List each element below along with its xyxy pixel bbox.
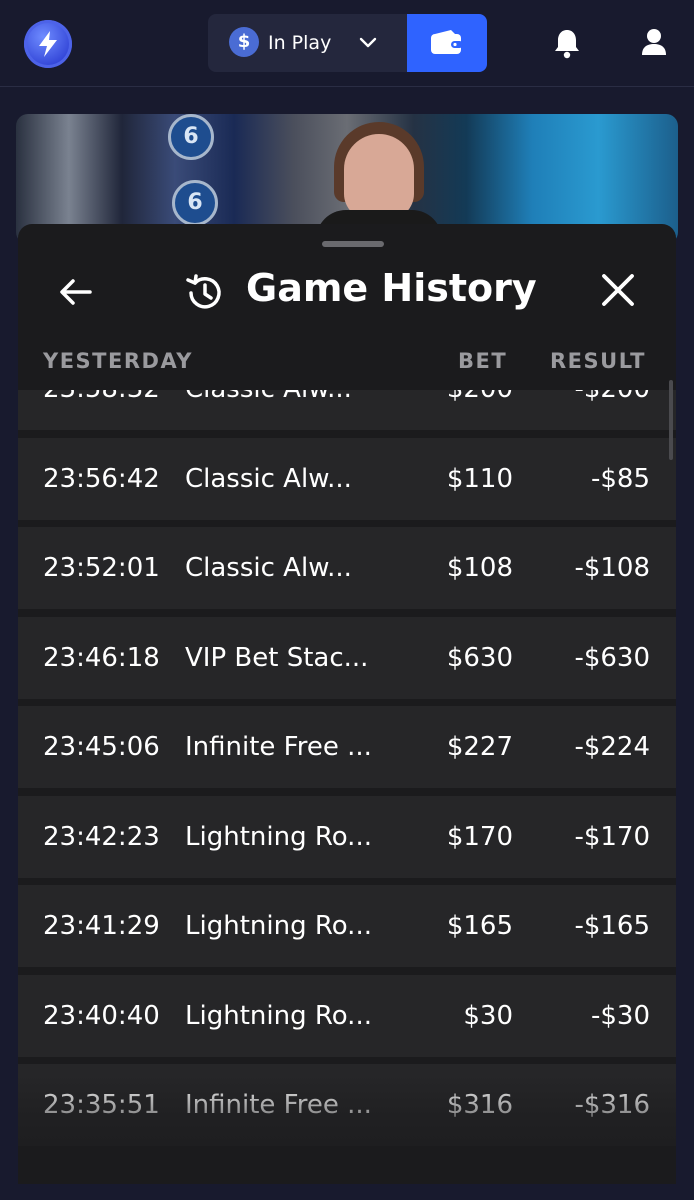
row-result: -$85: [590, 464, 650, 494]
row-time: 23:35:51: [43, 1090, 160, 1120]
column-header-group: YESTERDAY: [43, 349, 193, 373]
wallet-button[interactable]: [407, 14, 487, 72]
row-bet: $108: [446, 553, 513, 583]
row-time: 23:52:01: [43, 553, 160, 583]
top-bar: $ In Play: [0, 0, 694, 87]
row-result: -$108: [574, 553, 650, 583]
panel-title: Game History: [246, 266, 537, 310]
row-time: 23:42:23: [43, 822, 160, 852]
history-row[interactable]: 23:45:06 Infinite Free ... $227 -$224: [18, 706, 676, 788]
roulette-chip: 6: [168, 114, 214, 160]
scrollbar[interactable]: [669, 380, 673, 460]
close-icon[interactable]: [598, 270, 638, 310]
history-row[interactable]: 23:35:51 Infinite Free ... $316 -$316: [18, 1064, 676, 1146]
row-bet: $200: [447, 390, 513, 404]
row-result: -$316: [574, 1090, 650, 1120]
history-row[interactable]: 23:42:23 Lightning Ro... $170 -$170: [18, 796, 676, 878]
row-game: Classic Alw...: [185, 390, 352, 404]
history-row[interactable]: 23:58:32 Classic Alw... $200 -$200: [18, 390, 676, 430]
row-game: Classic Alw...: [185, 553, 352, 583]
row-bet: $227: [446, 732, 513, 762]
row-time: 23:46:18: [43, 643, 160, 673]
row-game: Lightning Ro...: [185, 911, 372, 941]
history-row[interactable]: 23:46:18 VIP Bet Stac... $630 -$630: [18, 617, 676, 699]
row-game: Lightning Ro...: [185, 822, 372, 852]
dealer-face: [344, 134, 414, 220]
balance-selector[interactable]: $ In Play: [208, 14, 408, 72]
row-result: -$224: [574, 732, 650, 762]
dollar-coin-icon: $: [229, 27, 259, 57]
wallet-icon: [431, 30, 463, 54]
row-bet: $30: [463, 1001, 513, 1031]
bell-icon[interactable]: [552, 27, 582, 59]
row-bet: $170: [446, 822, 513, 852]
column-header-bet: BET: [458, 349, 508, 373]
row-game: Lightning Ro...: [185, 1001, 372, 1031]
row-game: VIP Bet Stac...: [185, 643, 369, 673]
row-time: 23:41:29: [43, 911, 160, 941]
history-list[interactable]: 23:58:32 Classic Alw... $200 -$200 23:56…: [18, 390, 676, 1184]
history-row[interactable]: 23:40:40 Lightning Ro... $30 -$30: [18, 975, 676, 1057]
row-time: 23:58:32: [43, 390, 160, 404]
row-result: -$30: [590, 1001, 650, 1031]
user-icon[interactable]: [640, 27, 668, 57]
row-bet: $630: [446, 643, 513, 673]
roulette-chip: 6: [172, 180, 218, 226]
row-game: Infinite Free ...: [185, 732, 372, 762]
row-result: -$165: [574, 911, 650, 941]
history-row[interactable]: 23:52:01 Classic Alw... $108 -$108: [18, 527, 676, 609]
row-bet: $110: [446, 464, 513, 494]
row-time: 23:40:40: [43, 1001, 160, 1031]
history-row[interactable]: 23:56:42 Classic Alw... $110 -$85: [18, 438, 676, 520]
drag-handle[interactable]: [322, 241, 384, 247]
balance-label: In Play: [268, 32, 332, 54]
row-bet: $316: [446, 1090, 513, 1120]
chevron-down-icon: [359, 37, 377, 48]
row-time: 23:45:06: [43, 732, 160, 762]
row-game: Classic Alw...: [185, 464, 352, 494]
arrow-left-icon[interactable]: [56, 272, 96, 312]
logo-lightning-icon[interactable]: [24, 20, 72, 68]
history-row[interactable]: 23:41:29 Lightning Ro... $165 -$165: [18, 885, 676, 967]
history-icon: [186, 274, 221, 309]
row-time: 23:56:42: [43, 464, 160, 494]
row-result: -$200: [574, 390, 650, 404]
row-result: -$170: [574, 822, 650, 852]
row-game: Infinite Free ...: [185, 1090, 372, 1120]
column-header-result: RESULT: [550, 349, 646, 373]
row-bet: $165: [446, 911, 513, 941]
game-history-panel: Game History YESTERDAY BET RESULT 23:58:…: [18, 224, 676, 1184]
row-result: -$630: [574, 643, 650, 673]
